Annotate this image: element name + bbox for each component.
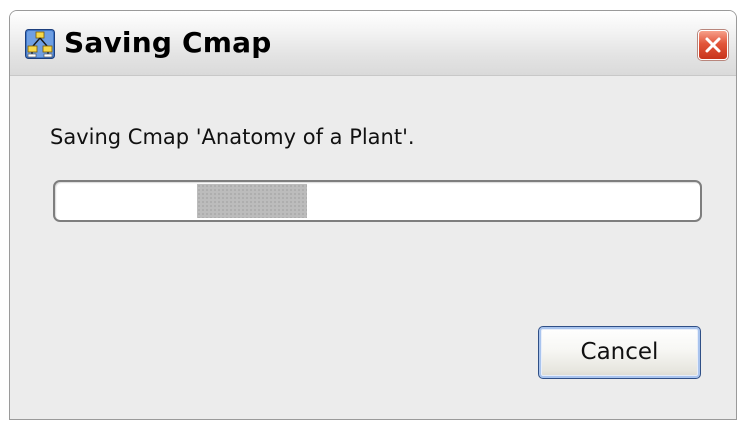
cmap-app-icon — [25, 29, 55, 59]
progress-indicator — [196, 184, 307, 218]
close-button[interactable] — [698, 30, 728, 60]
saving-message: Saving Cmap 'Anatomy of a Plant'. — [50, 125, 415, 149]
dialog-body: Saving Cmap 'Anatomy of a Plant'. Cancel — [10, 76, 736, 419]
close-icon — [705, 37, 721, 53]
cancel-button[interactable]: Cancel — [538, 326, 701, 379]
window-title: Saving Cmap — [64, 26, 272, 59]
progress-bar — [53, 180, 702, 222]
saving-cmap-dialog: Saving Cmap Saving Cmap 'Anatomy of a Pl… — [9, 10, 737, 420]
title-bar[interactable]: Saving Cmap — [10, 11, 736, 76]
